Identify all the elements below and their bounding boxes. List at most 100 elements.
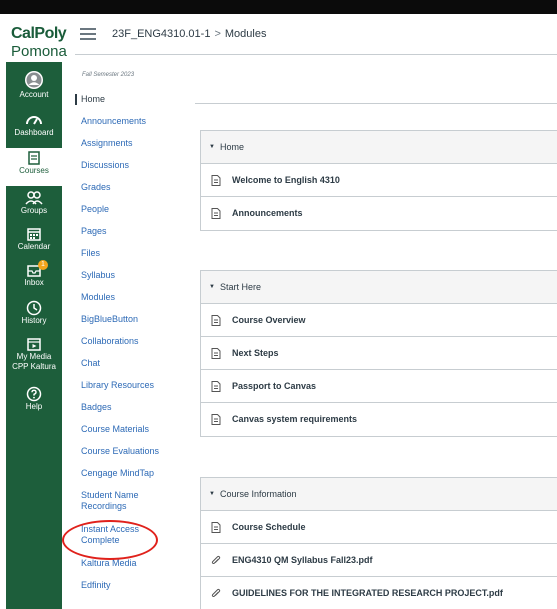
module-item[interactable]: Next Steps	[201, 337, 557, 370]
course-nav-bigbluebutton[interactable]: BigBlueButton	[75, 314, 185, 325]
module-item[interactable]: Welcome to English 4310	[201, 164, 557, 197]
module-home: ▼ Home Welcome to English 4310 Announceme…	[200, 130, 557, 231]
course-nav-student-name-recordings[interactable]: Student Name Recordings	[75, 490, 155, 512]
module-item-title: GUIDELINES FOR THE INTEGRATED RESEARCH P…	[232, 588, 503, 598]
module-item-title: Passport to Canvas	[232, 381, 317, 391]
term-label: Fall Semester 2023	[82, 72, 135, 78]
logo-line1: CalPoly	[11, 25, 67, 42]
module-item-title: Course Schedule	[232, 522, 306, 532]
global-nav-my-media[interactable]: My Media CPP Kaltura	[6, 334, 62, 380]
global-nav: Account Dashboard Courses Groups Calenda…	[6, 62, 62, 609]
course-nav-library-resources[interactable]: Library Resources	[75, 380, 185, 391]
page-document-icon	[211, 381, 221, 392]
course-nav-assignments[interactable]: Assignments	[75, 138, 185, 149]
calpoly-logo[interactable]: CalPoly Pomona	[6, 22, 67, 62]
course-nav-people[interactable]: People	[75, 204, 185, 215]
module-title: Course Information	[219, 489, 297, 499]
module-title: Home	[219, 142, 244, 152]
global-nav-dashboard[interactable]: Dashboard	[6, 110, 62, 146]
attachment-paperclip-icon	[211, 588, 221, 598]
breadcrumb: 23F_ENG4310.01-1 > Modules	[112, 28, 266, 40]
course-nav-edfinity[interactable]: Edfinity	[75, 580, 185, 591]
course-nav-pages[interactable]: Pages	[75, 226, 185, 237]
course-nav-chat[interactable]: Chat	[75, 358, 185, 369]
global-nav-groups[interactable]: Groups	[6, 188, 62, 224]
course-nav-syllabus[interactable]: Syllabus	[75, 270, 185, 281]
global-nav-label: History	[21, 316, 47, 325]
module-item[interactable]: Canvas system requirements	[201, 403, 557, 436]
module-item[interactable]: ENG4310 QM Syllabus Fall23.pdf	[201, 544, 557, 577]
global-nav-help[interactable]: Help	[6, 384, 62, 420]
global-nav-label: Help	[25, 402, 43, 411]
module-header[interactable]: ▼ Start Here	[201, 271, 557, 304]
course-nav-discussions[interactable]: Discussions	[75, 160, 185, 171]
global-nav-label: Calendar	[17, 242, 51, 251]
global-nav-history[interactable]: History	[6, 298, 62, 334]
global-nav-courses[interactable]: Courses	[6, 148, 62, 186]
course-nav-grades[interactable]: Grades	[75, 182, 185, 193]
global-nav-calendar[interactable]: Calendar	[6, 224, 62, 260]
module-item-title: Next Steps	[232, 348, 279, 358]
breadcrumb-separator: >	[214, 28, 221, 40]
dashboard-icon	[26, 116, 42, 125]
calendar-icon	[27, 228, 41, 241]
module-item-title: Announcements	[232, 208, 303, 218]
global-nav-label: Courses	[19, 166, 49, 175]
top-black-bar	[0, 0, 557, 14]
global-nav-inbox[interactable]: 1 Inbox	[6, 260, 62, 296]
page-document-icon	[211, 315, 221, 326]
module-item[interactable]: Passport to Canvas	[201, 370, 557, 403]
groups-icon	[25, 191, 43, 205]
page-document-icon	[211, 522, 221, 533]
module-item[interactable]: Announcements	[201, 197, 557, 230]
course-nav-course-evaluations[interactable]: Course Evaluations	[75, 446, 185, 457]
breadcrumb-course[interactable]: 23F_ENG4310.01-1	[112, 28, 210, 40]
course-nav-collaborations[interactable]: Collaborations	[75, 336, 185, 347]
hamburger-menu-icon[interactable]	[80, 28, 96, 40]
course-nav-modules[interactable]: Modules	[75, 292, 185, 303]
module-course-information: ▼ Course Information Course Schedule ENG4…	[200, 477, 557, 609]
module-item-title: Welcome to English 4310	[232, 175, 340, 185]
module-start-here: ▼ Start Here Course Overview Next Steps P…	[200, 270, 557, 437]
my-media-icon	[27, 338, 41, 351]
attachment-paperclip-icon	[211, 555, 221, 565]
help-icon	[26, 386, 42, 402]
module-item[interactable]: GUIDELINES FOR THE INTEGRATED RESEARCH P…	[201, 577, 557, 609]
modules-top-divider	[195, 103, 557, 104]
course-nav-kaltura-media[interactable]: Kaltura Media	[75, 558, 185, 569]
collapse-triangle-icon: ▼	[209, 284, 215, 291]
collapse-triangle-icon: ▼	[209, 491, 215, 498]
breadcrumb-current: Modules	[224, 28, 267, 40]
global-nav-label: Inbox	[24, 278, 44, 287]
module-item[interactable]: Course Overview	[201, 304, 557, 337]
course-nav-course-materials[interactable]: Course Materials	[75, 424, 185, 435]
course-nav-badges[interactable]: Badges	[75, 402, 185, 413]
page-document-icon	[211, 175, 221, 186]
module-item-title: Canvas system requirements	[232, 414, 358, 424]
module-item[interactable]: Course Schedule	[201, 511, 557, 544]
global-nav-label: Groups	[20, 206, 48, 215]
header-divider	[75, 54, 557, 55]
account-icon	[25, 71, 43, 89]
page-document-icon	[211, 348, 221, 359]
history-icon	[26, 300, 42, 316]
course-nav-announcements[interactable]: Announcements	[75, 116, 185, 127]
courses-icon	[28, 151, 40, 165]
global-nav-label: CPP Kaltura	[12, 362, 56, 371]
module-item-title: ENG4310 QM Syllabus Fall23.pdf	[232, 555, 373, 565]
global-nav-label: Account	[19, 90, 49, 99]
course-nav-home[interactable]: Home	[75, 94, 185, 105]
course-nav-files[interactable]: Files	[75, 248, 185, 259]
inbox-badge: 1	[38, 260, 48, 270]
logo-line2: Pomona	[11, 43, 67, 60]
module-header[interactable]: ▼ Course Information	[201, 478, 557, 511]
course-nav-cengage-mindtap[interactable]: Cengage MindTap	[75, 468, 185, 479]
module-title: Start Here	[219, 282, 261, 292]
page-document-icon	[211, 208, 221, 219]
page-document-icon	[211, 414, 221, 425]
collapse-triangle-icon: ▼	[209, 144, 215, 151]
red-highlight-circle	[62, 520, 158, 560]
global-nav-account[interactable]: Account	[6, 68, 62, 104]
module-header[interactable]: ▼ Home	[201, 131, 557, 164]
global-nav-label: My Media	[16, 352, 52, 361]
